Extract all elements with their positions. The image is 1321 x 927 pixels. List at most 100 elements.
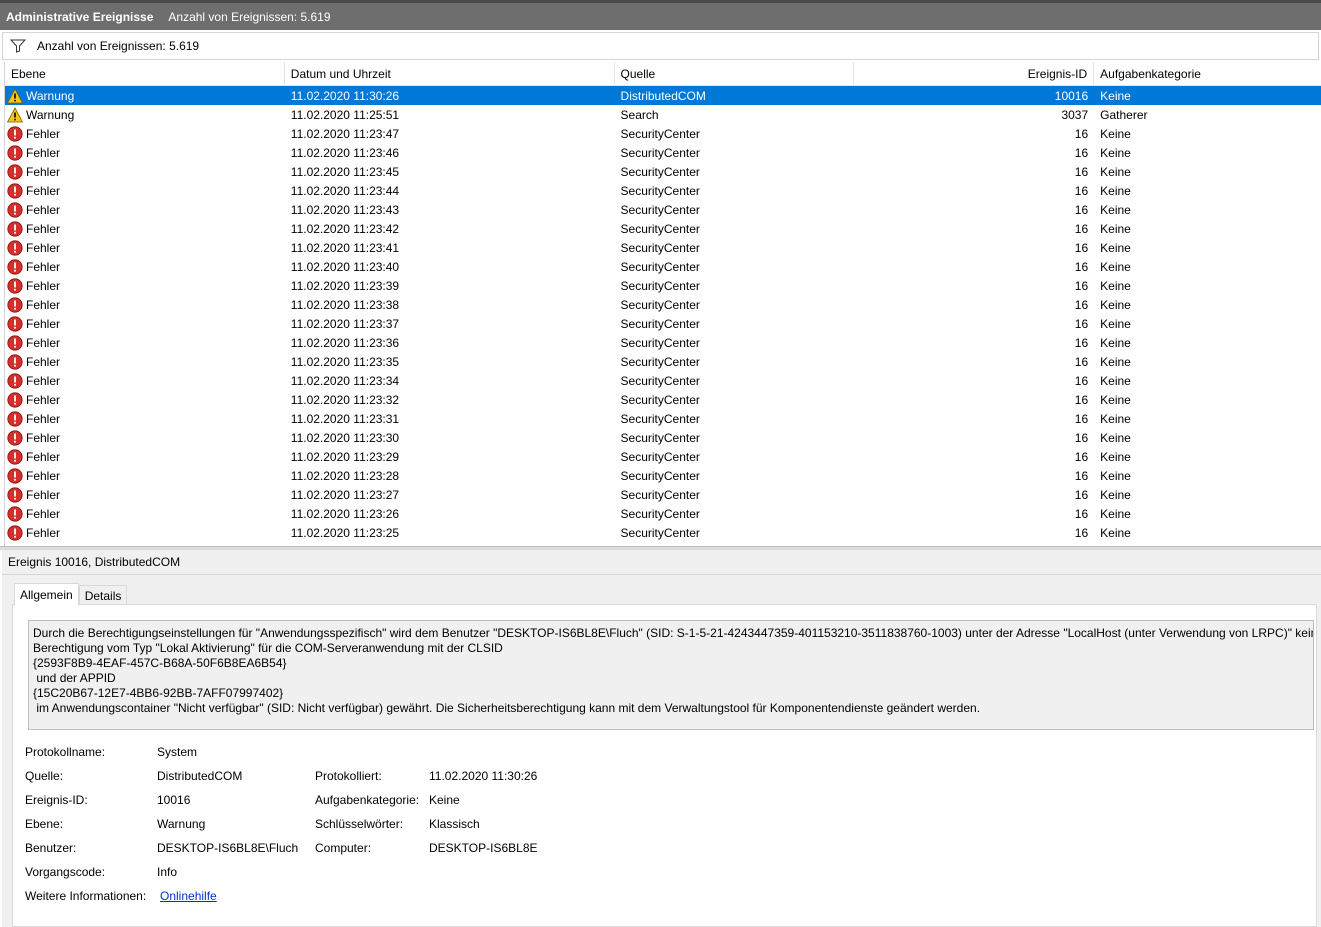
cell-category: Keine bbox=[1100, 240, 1131, 255]
table-row[interactable]: Fehler 11.02.2020 11:23:32 SecurityCenter 1… bbox=[5, 390, 1321, 409]
table-row[interactable]: Fehler 11.02.2020 11:23:46 SecurityCenter 1… bbox=[5, 143, 1321, 162]
table-row[interactable]: Fehler 11.02.2020 11:23:47 SecurityCenter 1… bbox=[5, 124, 1321, 143]
table-row[interactable]: Fehler 11.02.2020 11:23:35 SecurityCenter 1… bbox=[5, 352, 1321, 371]
event-list[interactable]: Ebene Datum und Uhrzeit Quelle Ereignis-… bbox=[4, 62, 1321, 546]
event-count-label: Anzahl von Ereignissen: 5.619 bbox=[37, 39, 200, 53]
cell-eventid: 16 bbox=[1074, 487, 1089, 502]
error-icon bbox=[7, 144, 23, 161]
prop-label-vorgangscode: Vorgangscode: bbox=[25, 865, 106, 879]
cell-level: Warnung bbox=[5, 86, 285, 105]
level-text: Fehler bbox=[26, 335, 61, 350]
cell-datetime: 11.02.2020 11:25:51 bbox=[290, 107, 400, 122]
cell-level: Fehler bbox=[5, 504, 285, 523]
cell-eventid: 10016 bbox=[1054, 88, 1089, 103]
prop-value-vorgangscode: Info bbox=[157, 865, 178, 879]
cell-eventid: 16 bbox=[1074, 335, 1089, 350]
column-header-eventid[interactable]: Ereignis-ID bbox=[854, 62, 1095, 86]
cell-source: Search bbox=[620, 107, 659, 122]
level-text: Fehler bbox=[26, 354, 61, 369]
cell-level: Fehler bbox=[5, 523, 285, 542]
cell-level: Fehler bbox=[5, 352, 285, 371]
list-header: Ebene Datum und Uhrzeit Quelle Ereignis-… bbox=[5, 62, 1321, 86]
message-line: Durch die Berechtigungseinstellungen für… bbox=[33, 626, 1314, 640]
error-icon bbox=[7, 486, 23, 503]
table-row[interactable]: Warnung 11.02.2020 11:25:51 Search 3037 Gath… bbox=[5, 105, 1321, 124]
cell-level: Fehler bbox=[5, 276, 285, 295]
event-message[interactable]: Durch die Berechtigungseinstellungen für… bbox=[28, 620, 1314, 730]
table-row[interactable]: Fehler 11.02.2020 11:23:40 SecurityCenter 1… bbox=[5, 257, 1321, 276]
cell-category: Keine bbox=[1100, 392, 1131, 407]
message-line: {15C20B67-12E7-4BB6-92BB-7AFF07997402} bbox=[33, 686, 284, 700]
table-row[interactable]: Fehler 11.02.2020 11:23:29 SecurityCenter 1… bbox=[5, 447, 1321, 466]
prop-label-ebene: Ebene: bbox=[25, 817, 64, 831]
table-row[interactable]: Fehler 11.02.2020 11:23:44 SecurityCenter 1… bbox=[5, 181, 1321, 200]
cell-category: Keine bbox=[1100, 297, 1131, 312]
cell-level: Fehler bbox=[5, 428, 285, 447]
cell-source: SecurityCenter bbox=[620, 354, 700, 369]
error-icon bbox=[7, 372, 23, 389]
cell-level: Fehler bbox=[5, 162, 285, 181]
title-bar: Administrative Ereignisse Anzahl von Ere… bbox=[0, 0, 1321, 30]
error-icon bbox=[7, 448, 23, 465]
column-header-category[interactable]: Aufgabenkategorie bbox=[1094, 62, 1321, 86]
cell-category: Keine bbox=[1100, 354, 1131, 369]
table-row[interactable]: Fehler 11.02.2020 11:23:26 SecurityCenter 1… bbox=[5, 504, 1321, 523]
cell-category: Keine bbox=[1100, 525, 1131, 540]
cell-datetime: 11.02.2020 11:23:45 bbox=[290, 164, 400, 179]
cell-level: Fehler bbox=[5, 257, 285, 276]
error-icon bbox=[7, 429, 23, 446]
level-text: Fehler bbox=[26, 240, 61, 255]
cell-datetime: 11.02.2020 11:23:37 bbox=[290, 316, 400, 331]
table-row[interactable]: Fehler 11.02.2020 11:23:31 SecurityCenter 1… bbox=[5, 409, 1321, 428]
level-text: Fehler bbox=[26, 164, 61, 179]
cell-datetime: 11.02.2020 11:23:41 bbox=[290, 240, 400, 255]
cell-datetime: 11.02.2020 11:23:42 bbox=[290, 221, 400, 236]
cell-category: Keine bbox=[1100, 278, 1131, 293]
cell-category: Keine bbox=[1100, 164, 1131, 179]
prop-value-protokollname: System bbox=[157, 745, 198, 759]
table-row[interactable]: Fehler 11.02.2020 11:23:34 SecurityCenter 1… bbox=[5, 371, 1321, 390]
cell-level: Fehler bbox=[5, 143, 285, 162]
cell-eventid: 16 bbox=[1074, 164, 1089, 179]
tab-details[interactable]: Details bbox=[78, 585, 128, 606]
table-row[interactable]: Fehler 11.02.2020 11:23:28 SecurityCenter 1… bbox=[5, 466, 1321, 485]
prop-label-benutzer: Benutzer: bbox=[25, 841, 77, 855]
cell-datetime: 11.02.2020 11:23:31 bbox=[290, 411, 400, 426]
table-row[interactable]: Fehler 11.02.2020 11:23:25 SecurityCenter 1… bbox=[5, 523, 1321, 542]
table-row[interactable]: Fehler 11.02.2020 11:23:43 SecurityCenter 1… bbox=[5, 200, 1321, 219]
error-icon bbox=[7, 296, 23, 313]
table-row[interactable]: Fehler 11.02.2020 11:23:42 SecurityCenter 1… bbox=[5, 219, 1321, 238]
filter-icon[interactable] bbox=[3, 39, 33, 53]
column-header-source[interactable]: Quelle bbox=[615, 62, 855, 86]
table-row[interactable]: Fehler 11.02.2020 11:23:38 SecurityCenter 1… bbox=[5, 295, 1321, 314]
column-header-datetime[interactable]: Datum und Uhrzeit bbox=[285, 62, 615, 86]
window-title: Administrative Ereignisse bbox=[6, 9, 154, 24]
cell-eventid: 16 bbox=[1074, 411, 1089, 426]
table-row[interactable]: Fehler 11.02.2020 11:23:36 SecurityCenter 1… bbox=[5, 333, 1321, 352]
cell-source: DistributedCOM bbox=[620, 88, 706, 103]
cell-category: Keine bbox=[1100, 145, 1131, 160]
error-icon bbox=[7, 505, 23, 522]
prop-label-protokollname: Protokollname: bbox=[25, 745, 106, 759]
error-icon bbox=[7, 182, 23, 199]
cell-source: SecurityCenter bbox=[620, 259, 700, 274]
table-row[interactable]: Fehler 11.02.2020 11:23:39 SecurityCenter 1… bbox=[5, 276, 1321, 295]
cell-source: SecurityCenter bbox=[620, 221, 700, 236]
table-row[interactable]: Fehler 11.02.2020 11:23:41 SecurityCenter 1… bbox=[5, 238, 1321, 257]
detail-title: Ereignis 10016, DistributedCOM bbox=[2, 550, 1321, 575]
table-row[interactable]: Fehler 11.02.2020 11:23:45 SecurityCenter 1… bbox=[5, 162, 1321, 181]
table-row[interactable]: Warnung 11.02.2020 11:30:26 DistributedCOM… bbox=[5, 86, 1321, 105]
message-line: {2593F8B9-4EAF-457C-B68A-50F6B8EA6B54} bbox=[33, 656, 287, 670]
cell-source: SecurityCenter bbox=[620, 145, 700, 160]
tab-allgemein[interactable]: Allgemein bbox=[14, 583, 79, 606]
table-row[interactable]: Fehler 11.02.2020 11:23:37 SecurityCenter 1… bbox=[5, 314, 1321, 333]
cell-source: SecurityCenter bbox=[620, 240, 700, 255]
column-header-level[interactable]: Ebene bbox=[5, 62, 285, 86]
table-row[interactable]: Fehler 11.02.2020 11:23:30 SecurityCenter 1… bbox=[5, 428, 1321, 447]
cell-category: Keine bbox=[1100, 449, 1131, 464]
prop-label-quelle: Quelle: bbox=[25, 769, 64, 783]
cell-source: SecurityCenter bbox=[620, 449, 700, 464]
cell-eventid: 16 bbox=[1074, 354, 1089, 369]
table-row[interactable]: Fehler 11.02.2020 11:23:27 SecurityCenter 1… bbox=[5, 485, 1321, 504]
onlinehilfe-link[interactable]: Onlinehilfe bbox=[160, 889, 217, 903]
